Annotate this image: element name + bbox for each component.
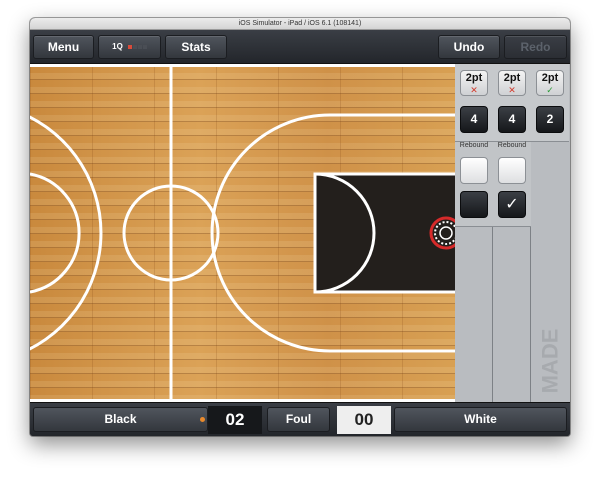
shot-column: 2pt ✕ 4 Rebound [455,64,493,402]
menu-button[interactable]: Menu [33,35,94,59]
missed-icon: ✕ [508,85,516,95]
home-score: 02 [208,406,262,434]
shot-type-label: 2pt [465,72,483,84]
svg-text:MADE: MADE [538,329,563,394]
made-status-label: MADE [538,329,563,394]
shot-type-label: 2pt [503,72,521,84]
checkmark-icon: ✓ [505,196,519,213]
possession-indicator-icon [200,417,205,422]
rebound-black-button[interactable] [460,191,488,218]
quarter-dot [132,45,137,49]
player-number-button[interactable]: 4 [498,106,526,133]
shot-type-button[interactable]: 2pt ✓ [536,70,564,96]
simulator-window: iOS Simulator - iPad / iOS 6.1 (108141) … [30,18,570,436]
free-throw-lane [313,172,455,294]
basketball-court[interactable] [30,64,455,402]
undo-button[interactable]: Undo [438,35,500,59]
rebound-white-button[interactable] [498,157,526,184]
made-icon: ✓ [546,85,554,95]
away-team-button[interactable]: White [394,407,567,432]
shot-type-button[interactable]: 2pt ✕ [498,70,526,96]
left-three-point-line [30,115,103,351]
missed-icon: ✕ [470,85,478,95]
quarter-label: 1Q [112,42,123,51]
quarter-dot [142,45,147,49]
top-toolbar: Menu 1Q Stats Undo Redo [30,30,570,64]
quarter-dot [127,45,132,49]
foul-button[interactable]: Foul [267,407,330,432]
court-lines [30,64,455,402]
quarter-dot [137,45,142,49]
home-team-button[interactable]: Black [33,407,208,432]
shot-type-label: 2pt [541,72,559,84]
quarter-button[interactable]: 1Q [98,35,161,59]
left-free-throw-circle [30,172,81,294]
shot-log-panel: 2pt ✕ 4 Rebound 2pt ✕ 4 Rebound ✓ 2pt ✓ … [455,64,570,402]
shot-column: 2pt ✕ 4 Rebound ✓ [493,64,531,402]
quarter-indicator [127,45,147,49]
shot-type-button[interactable]: 2pt ✕ [460,70,488,96]
away-score: 00 [337,406,391,434]
rebound-white-button[interactable] [460,157,488,184]
player-number-button[interactable]: 4 [460,106,488,133]
rebound-label: Rebound [497,142,527,149]
stats-button[interactable]: Stats [165,35,227,59]
scoreboard: Black 02 Foul 00 White [30,402,570,436]
redo-button[interactable]: Redo [504,35,567,59]
window-title: iOS Simulator - iPad / iOS 6.1 (108141) [30,18,570,30]
rebound-black-button[interactable]: ✓ [498,191,526,218]
rebound-label: Rebound [459,142,489,149]
player-number-button[interactable]: 2 [536,106,564,133]
